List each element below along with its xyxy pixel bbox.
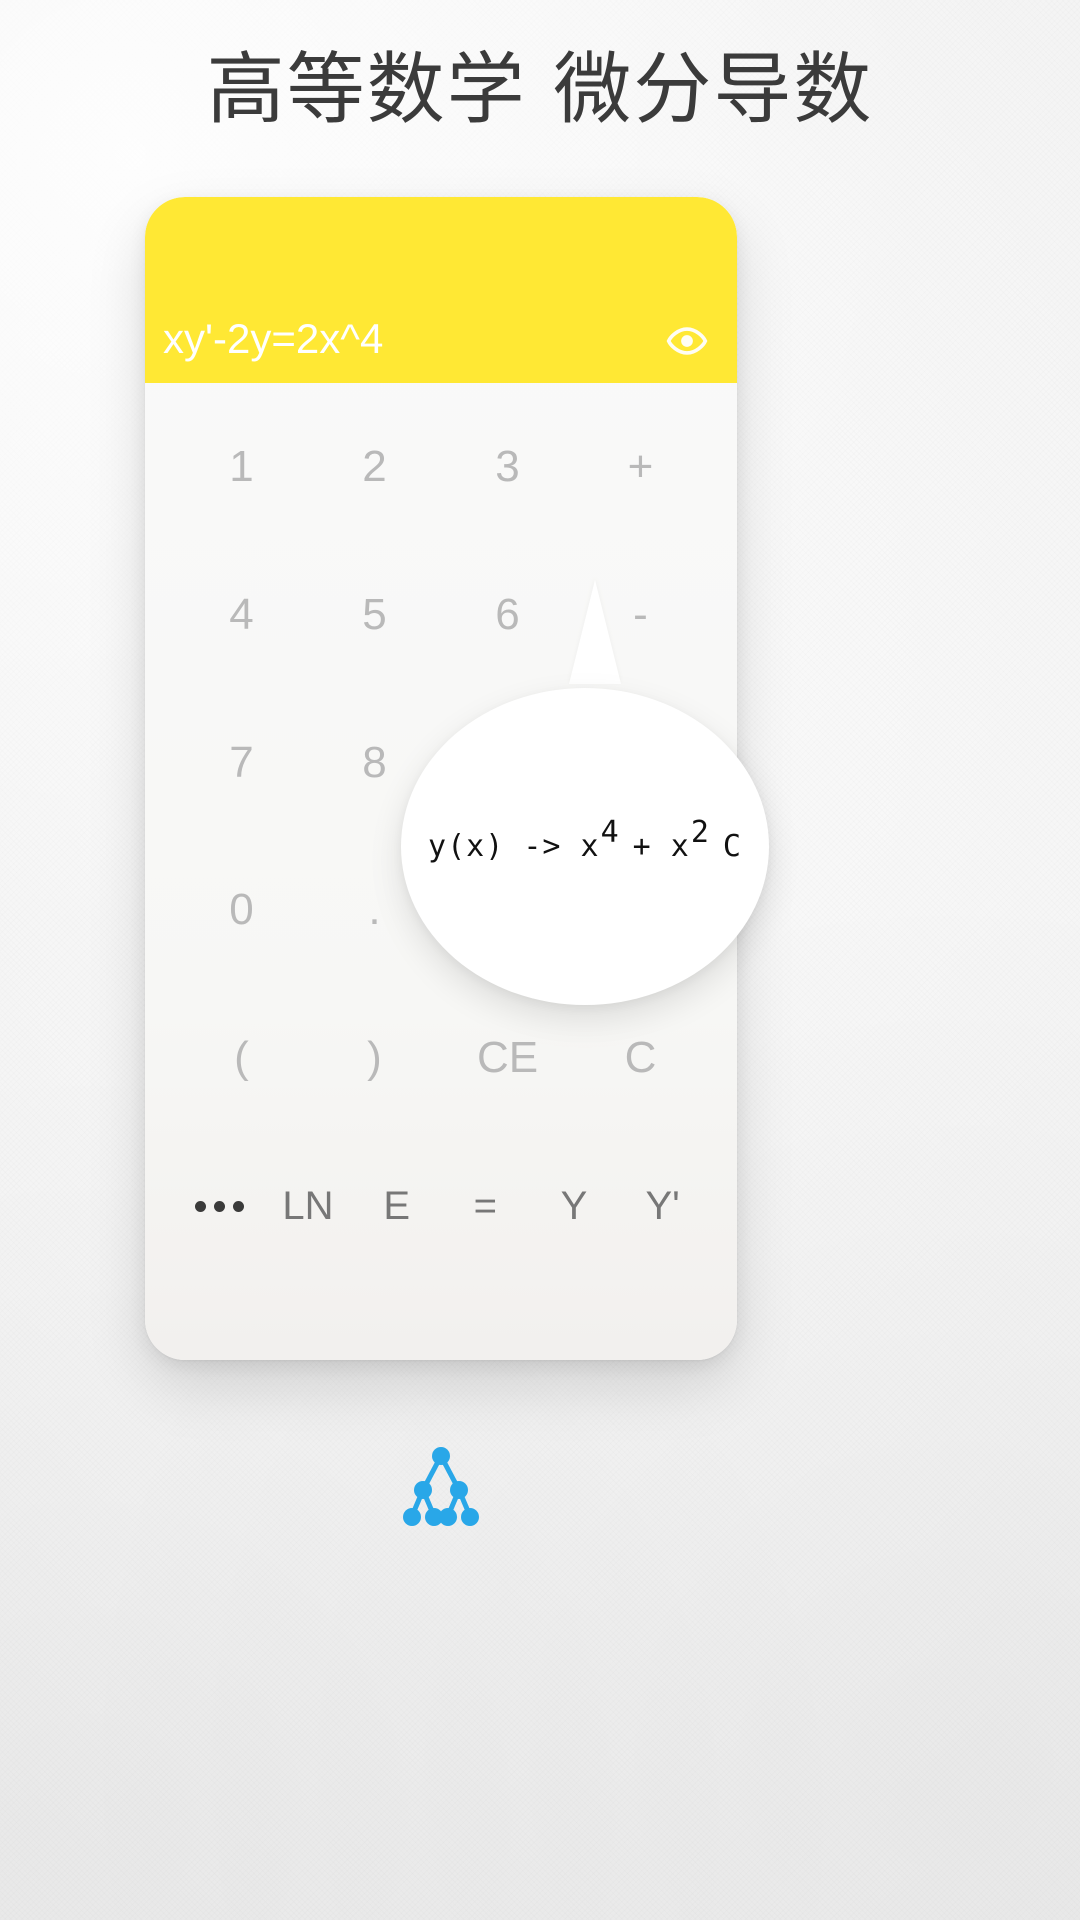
keypad-row-4: 0 . X ÷ xyxy=(175,836,707,984)
key-3[interactable]: 3 xyxy=(495,444,519,489)
calculator-keypad: 1 2 3 + 4 5 6 - 7 8 9 × 0 . X ÷ () CE C… xyxy=(145,383,737,1360)
key-e[interactable]: E xyxy=(383,1186,410,1226)
key-7[interactable]: 7 xyxy=(229,740,253,785)
keypad-row-2: 4 5 6 - xyxy=(175,541,707,689)
keypad-row-3: 7 8 9 × xyxy=(175,689,707,837)
dot-icon xyxy=(213,1200,225,1212)
key-2[interactable]: 2 xyxy=(362,444,386,489)
key-y-prime[interactable]: Y' xyxy=(645,1186,679,1226)
keypad-row-5: ( ) CE C xyxy=(175,984,707,1132)
key-divide[interactable]: ÷ xyxy=(628,888,652,932)
keypad-row-6: LN E = Y Y' xyxy=(175,1132,707,1280)
key-equals[interactable]: = xyxy=(474,1186,497,1226)
key-variable-y[interactable]: Y xyxy=(561,1186,588,1226)
key-ln[interactable]: LN xyxy=(282,1186,333,1226)
key-0[interactable]: 0 xyxy=(229,888,253,932)
app-screen: xy'-2y=2x^4 1 2 3 + 4 5 6 - 7 8 9 × 0 . … xyxy=(145,197,737,1360)
equation-input[interactable]: xy'-2y=2x^4 xyxy=(163,318,383,364)
key-4[interactable]: 4 xyxy=(229,592,253,637)
equation-input-header: xy'-2y=2x^4 xyxy=(145,197,737,383)
page-title: 高等数学 微分导数 xyxy=(206,45,874,135)
key-minus[interactable]: - xyxy=(633,592,648,637)
key-5[interactable]: 5 xyxy=(362,592,386,637)
key-variable-x[interactable]: X xyxy=(493,888,522,932)
key-decimal[interactable]: . xyxy=(368,888,380,932)
dot-icon xyxy=(194,1200,206,1212)
key-clear[interactable]: C xyxy=(625,1036,657,1080)
key-more[interactable] xyxy=(194,1200,244,1212)
key-clear-entry[interactable]: CE xyxy=(477,1036,538,1080)
tree-node-logo xyxy=(401,1444,481,1530)
key-right-paren[interactable]: ) xyxy=(367,1036,382,1080)
key-left-paren[interactable]: ( xyxy=(234,1036,249,1080)
key-6[interactable]: 6 xyxy=(495,592,519,637)
dot-icon xyxy=(232,1200,244,1212)
key-plus[interactable]: + xyxy=(628,444,654,489)
key-8[interactable]: 8 xyxy=(362,740,386,785)
key-9[interactable]: 9 xyxy=(495,740,519,785)
eye-icon[interactable] xyxy=(665,319,709,363)
key-multiply[interactable]: × xyxy=(628,740,654,785)
keypad-row-1: 1 2 3 + xyxy=(175,393,707,541)
key-1[interactable]: 1 xyxy=(229,444,253,489)
equation-input-row[interactable]: xy'-2y=2x^4 xyxy=(145,299,737,383)
phone-mockup: xy'-2y=2x^4 1 2 3 + 4 5 6 - 7 8 9 × 0 . … xyxy=(145,197,769,1360)
